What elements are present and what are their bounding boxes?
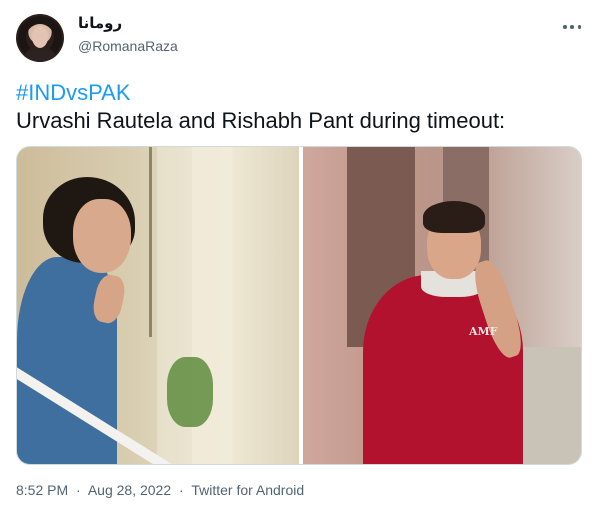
man-hair [423,201,485,233]
woman-face [73,199,131,273]
background-pole [149,147,152,337]
more-dot [563,25,567,29]
tweet-time[interactable]: 8:52 PM [16,482,68,498]
avatar-face [32,26,48,48]
timestamp-separator: · [179,482,184,498]
tweet-media[interactable]: AMF [16,146,582,465]
timestamp-separator: · [76,482,81,498]
media-photo-right[interactable]: AMF [303,147,581,464]
shirt-logo: AMF [469,325,498,338]
media-photo-left[interactable] [17,147,299,464]
user-avatar[interactable] [16,14,64,62]
more-options-icon[interactable] [563,18,581,36]
tweet-source[interactable]: Twitter for Android [191,482,304,498]
tweet-date[interactable]: Aug 28, 2022 [88,482,171,498]
user-display-name[interactable]: رومانا [78,14,122,32]
more-dot [577,25,581,29]
hashtag-link[interactable]: #INDvsPAK [16,80,131,106]
user-handle[interactable]: @RomanaRaza [78,38,178,54]
tweet-timestamp: 8:52 PM · Aug 28, 2022 · Twitter for And… [16,482,304,498]
tweet-card: رومانا @RomanaRaza #INDvsPAK Urvashi Rau… [0,0,603,515]
tweet-text: Urvashi Rautela and Rishabh Pant during … [16,108,506,133]
potted-plant [167,357,213,427]
more-dot [570,25,574,29]
